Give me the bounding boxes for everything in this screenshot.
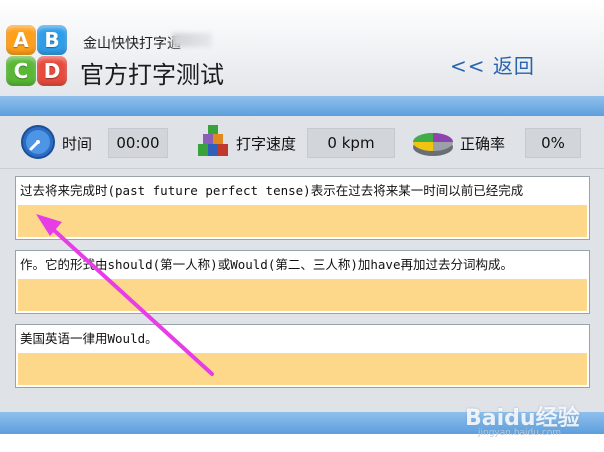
source-text: 过去将来完成时(past future perfect tense)表示在过去将…	[20, 183, 524, 198]
logo-tile-b: B	[37, 25, 67, 55]
speed-blocks-icon	[198, 125, 228, 156]
typing-test-panel: 时间 00:00 打字速度 0 kpm 正确率 0% 过去将来完成时(past …	[0, 116, 604, 412]
page-title: 官方打字测试	[80, 61, 224, 89]
typing-line-1: 过去将来完成时(past future perfect tense)表示在过去将…	[15, 176, 590, 240]
top-divider-band	[0, 96, 604, 116]
typing-line-2: 作。它的形式由should(第一人称)或Would(第二、三人称)加have再加…	[15, 250, 590, 314]
time-value: 00:00	[108, 128, 168, 158]
typing-input[interactable]	[18, 205, 587, 237]
abcd-logo: A B C D	[6, 25, 68, 87]
accuracy-pie-icon	[413, 133, 453, 156]
source-text: 美国英语一律用Would。	[20, 331, 158, 346]
logo-tile-c: C	[6, 56, 36, 86]
app-header: A B C D 金山快快打字通 官方打字测试 << 返回	[0, 0, 604, 96]
time-label: 时间	[62, 135, 93, 153]
typing-input[interactable]	[18, 353, 587, 385]
speed-value: 0 kpm	[307, 128, 395, 158]
accuracy-value: 0%	[525, 128, 581, 158]
source-text: 作。它的形式由should(第一人称)或Would(第二、三人称)加have再加…	[20, 257, 513, 272]
blurred-region	[172, 33, 212, 47]
accuracy-label: 正确率	[460, 135, 506, 153]
typing-line-3: 美国英语一律用Would。	[15, 324, 590, 388]
speed-label: 打字速度	[236, 135, 297, 153]
typing-input[interactable]	[18, 279, 587, 311]
back-button[interactable]: << 返回	[450, 50, 535, 79]
baidu-watermark-url: jingyan.baidu.com	[478, 428, 562, 438]
app-name: 金山快快打字通	[83, 36, 181, 52]
logo-tile-a: A	[6, 25, 36, 55]
stats-bar: 时间 00:00 打字速度 0 kpm 正确率 0%	[0, 116, 604, 169]
logo-tile-d: D	[37, 56, 67, 86]
clock-icon	[21, 125, 55, 159]
